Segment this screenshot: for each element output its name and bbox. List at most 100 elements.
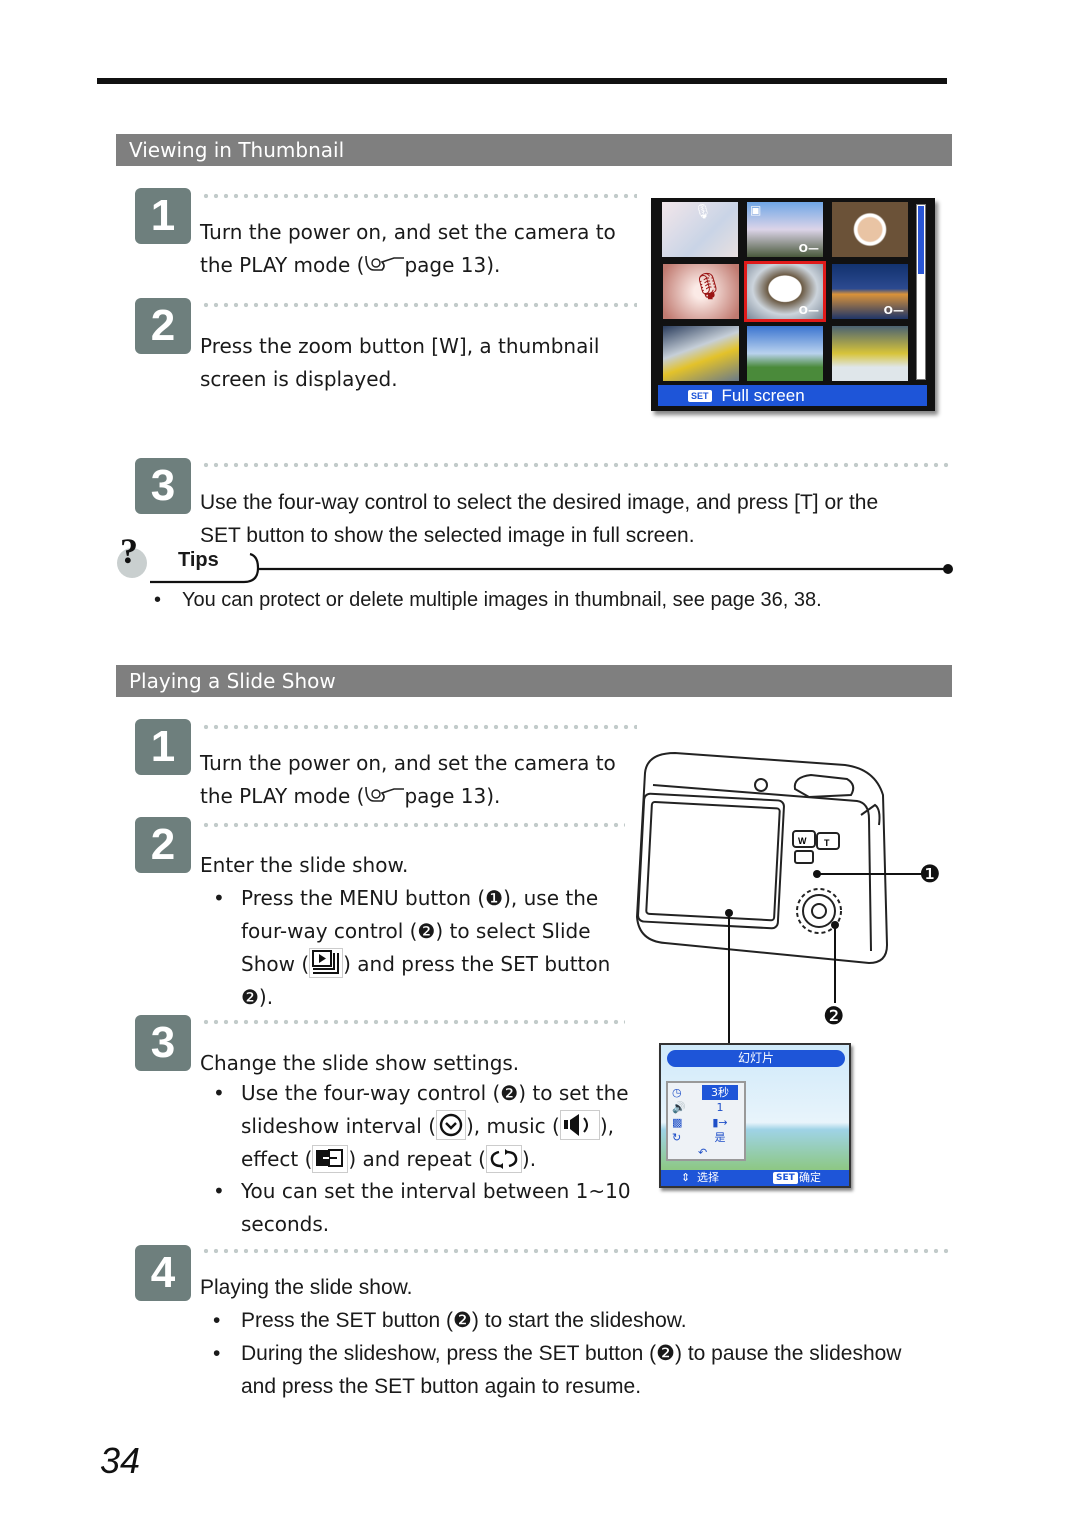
page-number: 34: [100, 1440, 141, 1481]
step-number-4: 4: [135, 1245, 191, 1301]
thumbnail-scrollbar[interactable]: [916, 204, 926, 380]
thumbnail-lighthouse[interactable]: [747, 326, 823, 381]
section-header-slideshow: Playing a Slide Show: [116, 665, 952, 697]
slideshow-step-2-bullet: • Press the MENU button (❶), use the fou…: [213, 882, 610, 1014]
slideshow-step-1-line-1: Turn the power on, and set the camera to: [200, 751, 616, 775]
effect-row[interactable]: ▩ ▮→: [672, 1115, 744, 1130]
full-screen-hint-bar: SET Full screen: [658, 385, 927, 406]
music-row[interactable]: 🔊 1: [672, 1100, 744, 1115]
slideshow-step-3-bullet-1: • Use the four-way control (❷) to set th…: [213, 1077, 629, 1176]
bullet-dot: •: [213, 1081, 225, 1105]
step-3-line-2: SET button to show the selected image in…: [200, 524, 695, 547]
bullet-line-1: Use the four-way control (❷) to set the: [241, 1081, 629, 1105]
clock-icon: [436, 1110, 466, 1140]
slideshow-menu-footer: ⇕ 选择 SET 确定: [661, 1170, 849, 1186]
slideshow-step-3-bullet-2: • You can set the interval between 1~10 …: [213, 1175, 631, 1241]
scrollbar-thumb[interactable]: [918, 206, 924, 274]
tips-bullet: • You can protect or delete multiple imag…: [154, 584, 822, 617]
confirm-label: 确定: [799, 1171, 821, 1184]
music-value: 1: [716, 1101, 724, 1114]
thumbnail-city-night[interactable]: O—: [832, 264, 908, 319]
thumbnail-porthole-kids[interactable]: [832, 202, 908, 257]
effect-icon: [312, 1145, 349, 1173]
microphone-icon: 🎙: [691, 272, 725, 302]
slideshow-settings-panel: ◷ 3秒 🔊 1 ▩ ▮→ ↻ 是 ↶: [666, 1081, 746, 1161]
pointing-hand-icon: [364, 251, 405, 273]
slideshow-menu-screen: 幻灯片 ◷ 3秒 🔊 1 ▩ ▮→ ↻ 是 ↶ ⇕ 选择 SET 确定: [659, 1043, 851, 1188]
bullet-dot: •: [213, 1309, 221, 1332]
step-number-2: 2: [135, 817, 191, 873]
four-way-icon: ⇕: [681, 1171, 691, 1184]
slideshow-step-1-text: Turn the power on, and set the camera to…: [200, 747, 616, 813]
bullet-line-1: Press the SET button (❷) to start the sl…: [241, 1309, 687, 1332]
voice-memo-icon: 🎙: [694, 204, 712, 220]
thumbnail-race-car[interactable]: [663, 326, 739, 381]
step-1-line-2: the PLAY mode (page 13).: [200, 249, 616, 282]
interval-row[interactable]: ◷ 3秒: [672, 1085, 744, 1100]
step-number-1: 1: [135, 719, 191, 775]
repeat-row[interactable]: ↻ 是: [672, 1130, 744, 1145]
bullet-dot: •: [213, 1342, 221, 1365]
slideshow-step-4-bullet-1: • Press the SET button (❷) to start the …: [213, 1304, 687, 1337]
thumbnail-voice-recording[interactable]: 🎙: [663, 264, 739, 319]
effect-icon: ▩: [672, 1116, 683, 1129]
step-1-text: Turn the power on, and set the camera to…: [200, 216, 616, 282]
step-3-text: Use the four-way control to select the d…: [200, 486, 878, 552]
select-label: 选择: [697, 1171, 719, 1184]
protect-key-icon: O—: [798, 304, 819, 317]
return-row[interactable]: ↶: [672, 1145, 744, 1160]
bullet-line-1: During the slideshow, press the SET butt…: [241, 1342, 902, 1365]
step-number-3: 3: [135, 458, 191, 514]
top-rule: [97, 78, 947, 84]
bullet-line-3: effect () and repeat ().: [241, 1143, 629, 1176]
step-1-line-2-pre: the PLAY mode (: [200, 253, 365, 277]
return-icon: ↶: [698, 1146, 708, 1159]
step-number-3: 3: [135, 1015, 191, 1071]
set-button-icon: SET: [688, 390, 712, 402]
question-mark-icon: ?: [120, 531, 138, 571]
slideshow-step-2-heading: Enter the slide show.: [200, 853, 409, 877]
callout-2: ❷: [823, 1002, 845, 1030]
bullet-line-2: slideshow interval (), music (),: [241, 1110, 629, 1143]
thumbnail-cherry-tree[interactable]: ▣ O—: [747, 202, 823, 257]
speaker-icon: [559, 1110, 600, 1140]
clock-icon: ◷: [672, 1086, 682, 1099]
speaker-icon: 🔊: [672, 1101, 686, 1114]
bullet-line-1: You can set the interval between 1~10: [241, 1179, 631, 1203]
step-2-text: Press the zoom button [W], a thumbnail s…: [200, 330, 599, 396]
bullet-line-2: four-way control (❷) to select Slide: [241, 919, 591, 943]
step-2-line-1: Press the zoom button [W], a thumbnail: [200, 334, 600, 358]
slideshow-step-3-heading: Change the slide show settings.: [200, 1051, 520, 1075]
repeat-icon: [485, 1145, 522, 1173]
line-pre: Show (: [241, 952, 310, 976]
bullet-dot: •: [154, 589, 162, 611]
zoom-t-label: T: [824, 838, 830, 848]
thumbnail-baby[interactable]: 🎙: [662, 202, 738, 257]
dotted-divider: [201, 1019, 625, 1025]
bullet-line-3: Show ( ) and press the SET button: [241, 948, 610, 981]
protect-key-icon: O—: [798, 242, 819, 255]
line-post: ) and press the SET button: [343, 952, 611, 976]
pointing-hand-icon: [364, 782, 405, 804]
line-pre: the PLAY mode (: [200, 784, 365, 808]
slideshow-step-1-line-2: the PLAY mode ( page 13).: [200, 780, 616, 813]
thumbnail-water-ride[interactable]: [832, 326, 908, 381]
bullet-line-4: ❷).: [241, 985, 274, 1009]
text-a: slideshow interval (: [241, 1114, 436, 1138]
thumbnail-coffee-cup-selected[interactable]: O—: [744, 261, 826, 322]
dotted-divider: [201, 193, 637, 199]
zoom-w-label: W: [798, 836, 807, 846]
set-button-icon: SET: [773, 1172, 798, 1184]
bullet-line-2: and press the SET button again to resume…: [241, 1375, 642, 1398]
dotted-divider: [201, 724, 637, 730]
text-a: effect (: [241, 1147, 313, 1171]
bullet-line-1: Press the MENU button (❶), use the: [241, 886, 599, 910]
step-number-1: 1: [135, 188, 191, 244]
text-b: ), music (: [466, 1114, 560, 1138]
slideshow-icon: [309, 948, 344, 978]
repeat-icon: ↻: [672, 1131, 682, 1144]
dotted-divider: [201, 1248, 951, 1254]
line-post: page 13).: [404, 784, 501, 808]
callout-1: ❶: [919, 860, 941, 888]
step-1-line-1: Turn the power on, and set the camera to: [200, 220, 616, 244]
